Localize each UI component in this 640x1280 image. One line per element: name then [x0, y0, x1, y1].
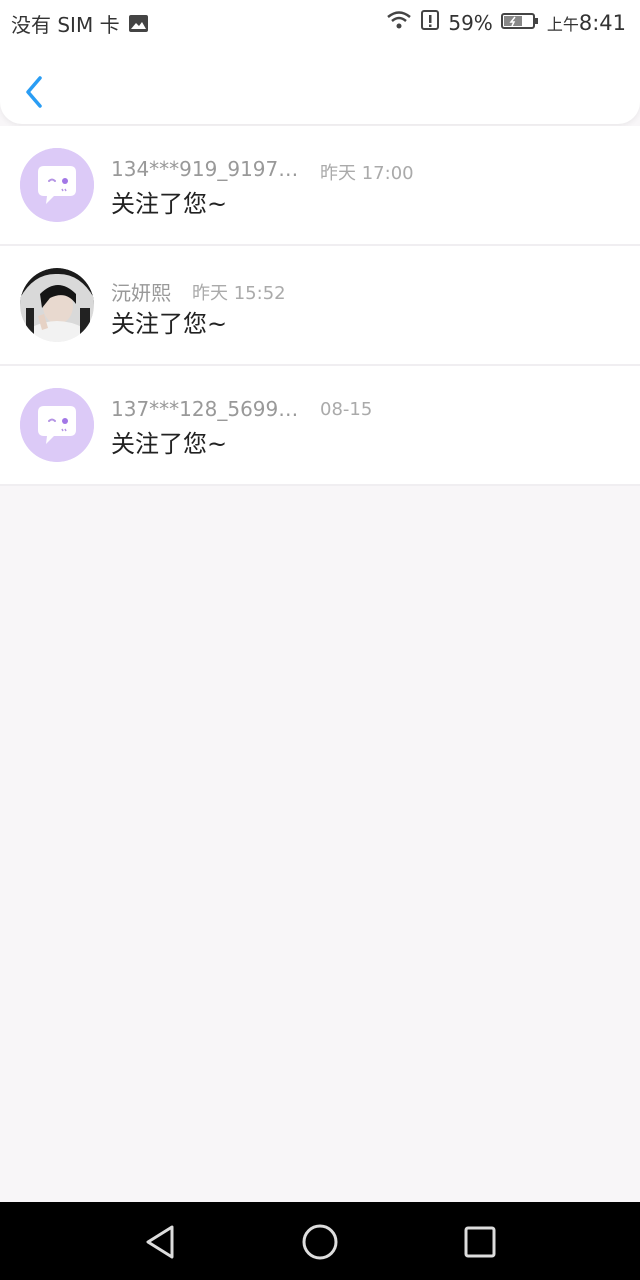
- nav-back-button[interactable]: [140, 1222, 180, 1262]
- chat-bubble-icon: [20, 148, 94, 222]
- nav-recents-button[interactable]: [460, 1222, 500, 1262]
- list-item[interactable]: 137***128_56999... 08-15 关注了您~: [0, 366, 640, 486]
- user-name: 134***919_919742...: [111, 157, 306, 181]
- system-nav-bar: [0, 1202, 640, 1280]
- top-bar: 没有 SIM 卡 59% 上午8:41: [0, 0, 640, 124]
- chat-bubble-icon: [20, 388, 94, 462]
- chevron-left-icon: [26, 76, 42, 108]
- user-name: 137***128_56999...: [111, 397, 306, 421]
- clock-time: 8:41: [578, 10, 626, 35]
- back-triangle-icon: [146, 1225, 174, 1259]
- avatar[interactable]: [20, 148, 94, 222]
- notification-message: 关注了您~: [111, 310, 228, 338]
- recents-square-icon: [464, 1226, 496, 1258]
- nav-home-button[interactable]: [300, 1222, 340, 1262]
- image-icon: [128, 14, 149, 33]
- list-item[interactable]: 沅妍熙 昨天 15:52 关注了您~: [0, 246, 640, 366]
- avatar[interactable]: [20, 268, 94, 342]
- notification-time: 昨天 17:00: [320, 163, 414, 184]
- status-bar: 没有 SIM 卡 59% 上午8:41: [0, 0, 640, 44]
- notification-message: 关注了您~: [111, 430, 228, 458]
- battery-percent: 59%: [448, 10, 493, 35]
- user-name: 沅妍熙: [111, 281, 171, 305]
- notification-list: 134***919_919742... 昨天 17:00 关注了您~ 沅妍熙 昨…: [0, 126, 640, 486]
- notification-message: 关注了您~: [111, 190, 228, 218]
- carrier-label: 没有 SIM 卡: [11, 13, 120, 37]
- battery-icon: [500, 11, 539, 35]
- alert-icon: [420, 9, 440, 36]
- notification-time: 昨天 15:52: [192, 283, 286, 304]
- notification-time: 08-15: [320, 399, 373, 420]
- home-circle-icon: [302, 1224, 338, 1260]
- back-button[interactable]: [20, 72, 52, 112]
- ampm-label: 上午: [546, 14, 579, 34]
- user-photo-icon: [20, 268, 94, 342]
- list-item[interactable]: 134***919_919742... 昨天 17:00 关注了您~: [0, 126, 640, 246]
- wifi-icon: [386, 10, 412, 35]
- avatar[interactable]: [20, 388, 94, 462]
